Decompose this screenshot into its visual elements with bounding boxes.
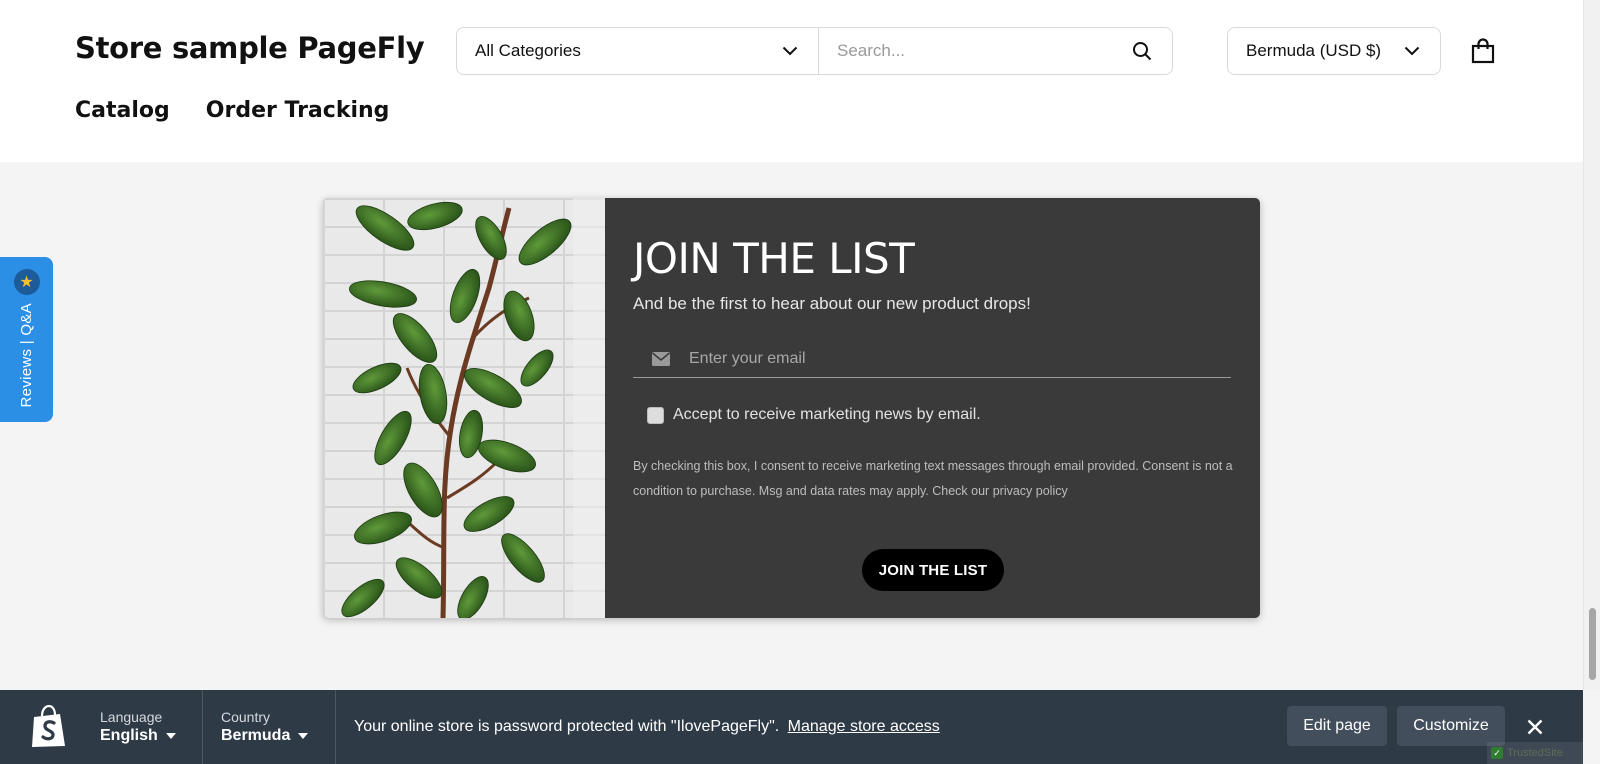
- edit-page-button[interactable]: Edit page: [1287, 706, 1387, 746]
- chevron-down-icon: [782, 46, 798, 56]
- shopify-bag-icon: [0, 690, 98, 764]
- envelope-icon: [633, 351, 689, 366]
- language-select[interactable]: Language English: [98, 690, 202, 764]
- category-select[interactable]: All Categories: [457, 28, 819, 74]
- legal-text: By checking this box, I consent to recei…: [633, 459, 1233, 498]
- marketing-consent-label[interactable]: Accept to receive marketing news by emai…: [673, 406, 981, 424]
- marketing-consent: Accept to receive marketing news by emai…: [647, 406, 981, 424]
- reviews-qa-tab[interactable]: ★ Reviews | Q&A: [0, 257, 53, 422]
- caret-down-icon: [298, 733, 309, 739]
- language-value: English: [100, 727, 158, 744]
- country-currency-label: Bermuda (USD $): [1246, 41, 1382, 60]
- language-label: Language: [100, 709, 163, 725]
- privacy-policy-link[interactable]: privacy policy: [993, 484, 1068, 498]
- caret-down-icon: [165, 733, 176, 739]
- country-value: Bermuda: [221, 727, 291, 744]
- newsletter-content: JOIN THE LIST And be the first to hear a…: [605, 198, 1260, 618]
- star-icon: ★: [13, 269, 40, 295]
- country-currency-select[interactable]: Bermuda (USD $): [1227, 27, 1441, 75]
- country-label: Country: [221, 709, 271, 725]
- newsletter-title: JOIN THE LIST: [633, 234, 915, 283]
- scrollbar-thumb[interactable]: [1589, 608, 1596, 680]
- shopify-preview-bar: Language English Country Bermuda Your on…: [0, 690, 1583, 764]
- close-icon[interactable]: [1522, 714, 1548, 740]
- page-scrollbar[interactable]: [1583, 0, 1600, 690]
- plant-image: [323, 198, 605, 618]
- store-logo[interactable]: Store sample PageFly: [75, 31, 425, 65]
- country-value-row: Bermuda: [221, 727, 311, 745]
- cart-icon[interactable]: [1469, 37, 1497, 65]
- trustedsite-badge[interactable]: ✓ TrustedSite: [1487, 742, 1600, 764]
- search-input[interactable]: [837, 41, 1132, 61]
- checkmark-icon: ✓: [1491, 747, 1503, 759]
- search-icon[interactable]: [1132, 41, 1152, 61]
- language-value-row: English: [100, 727, 178, 745]
- password-protected-message: Your online store is password protected …: [354, 718, 940, 736]
- marketing-consent-checkbox[interactable]: [647, 406, 664, 424]
- customize-button[interactable]: Customize: [1397, 706, 1505, 746]
- category-select-label: All Categories: [475, 41, 581, 60]
- join-list-button[interactable]: JOIN THE LIST: [862, 549, 1004, 591]
- trustedsite-label: TrustedSite: [1507, 747, 1563, 759]
- reviews-qa-label: Reviews | Q&A: [18, 303, 35, 408]
- site-header: Store sample PageFly All Categories Berm…: [0, 0, 1583, 162]
- legal-disclaimer: By checking this box, I consent to recei…: [633, 454, 1233, 504]
- search-bar: All Categories: [456, 27, 1173, 75]
- newsletter-card: JOIN THE LIST And be the first to hear a…: [323, 198, 1260, 618]
- nav-catalog[interactable]: Catalog: [75, 98, 170, 123]
- main-nav: Catalog Order Tracking: [75, 98, 389, 123]
- email-input[interactable]: [689, 349, 1231, 368]
- password-message-text: Your online store is password protected …: [354, 718, 780, 735]
- search-field: [819, 28, 1172, 74]
- manage-store-access-link[interactable]: Manage store access: [788, 718, 940, 735]
- email-field-wrapper: [633, 340, 1231, 378]
- newsletter-subtitle: And be the first to hear about our new p…: [633, 294, 1031, 313]
- country-select[interactable]: Country Bermuda: [202, 690, 336, 764]
- chevron-down-icon: [1404, 46, 1420, 56]
- nav-order-tracking[interactable]: Order Tracking: [206, 98, 390, 123]
